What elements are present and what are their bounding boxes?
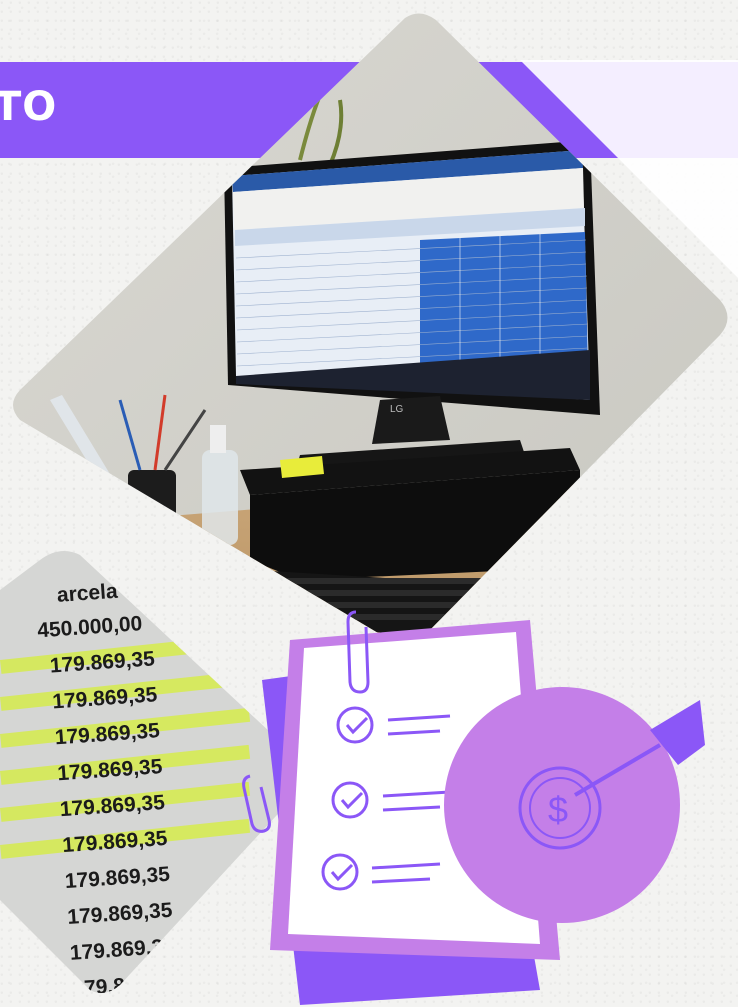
banner-title: TO — [0, 84, 58, 130]
value-cell: 179.86 — [72, 973, 138, 1000]
monitor-brand: LG — [390, 404, 404, 415]
dollar-icon: $ — [548, 789, 568, 830]
finance-illustration: $ — [242, 610, 705, 1005]
column-header: arcela — [56, 580, 119, 607]
office-photo-diamond: LG arcela 450.000,00 179.869,35 179.869,… — [0, 13, 738, 1005]
